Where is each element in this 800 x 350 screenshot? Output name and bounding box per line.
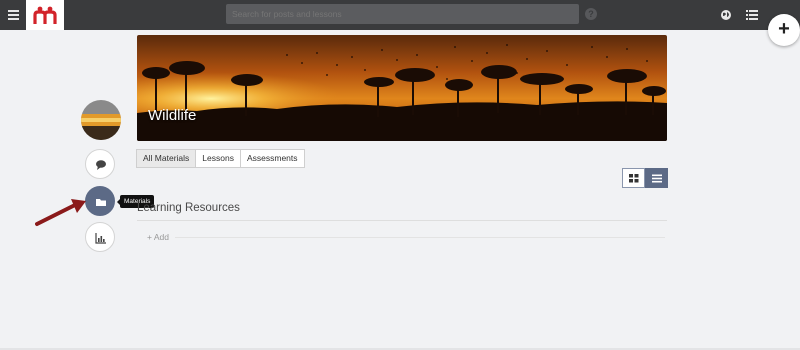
list-icon[interactable]: [746, 10, 758, 20]
logo-icon: [33, 6, 57, 24]
bar-chart-icon: [95, 233, 106, 244]
search-input[interactable]: [226, 4, 579, 24]
hamburger-icon[interactable]: [8, 10, 19, 20]
plus-icon: +: [778, 18, 790, 40]
section-title: Learning Resources: [137, 202, 240, 214]
create-button[interactable]: +: [768, 14, 800, 46]
logo[interactable]: [26, 0, 64, 30]
tab-all-materials[interactable]: All Materials: [136, 149, 197, 168]
tab-lessons[interactable]: Lessons: [195, 149, 241, 168]
page-title: Wildlife: [148, 107, 197, 124]
comment-icon: [96, 160, 106, 170]
group-banner: Wildlife: [137, 35, 667, 141]
list-view-icon: [652, 174, 662, 183]
add-resource-link[interactable]: + Add: [147, 232, 169, 242]
globe-icon[interactable]: [720, 9, 732, 21]
banner-image: [137, 35, 667, 141]
discussion-button[interactable]: [85, 149, 115, 179]
add-row-divider: [175, 237, 665, 238]
help-icon[interactable]: ?: [585, 8, 597, 20]
section-divider: [137, 220, 667, 221]
folder-icon: [96, 199, 106, 206]
analytics-button[interactable]: [85, 222, 115, 252]
arrow-icon: [35, 199, 86, 226]
list-view-button[interactable]: [645, 168, 668, 188]
top-navbar: ?: [0, 0, 800, 30]
material-tabs: All Materials Lessons Assessments: [136, 149, 305, 168]
view-toggle: [622, 168, 668, 188]
tab-assessments[interactable]: Assessments: [239, 149, 305, 168]
grid-view-button[interactable]: [622, 168, 645, 188]
group-avatar[interactable]: [81, 100, 121, 140]
materials-button[interactable]: [85, 186, 115, 216]
grid-view-icon: [629, 174, 639, 183]
